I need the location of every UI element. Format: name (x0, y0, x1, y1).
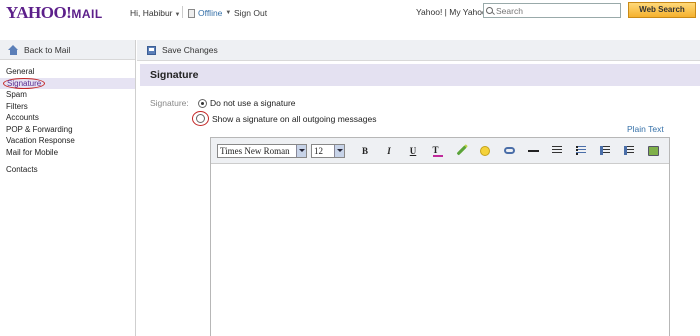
font-family-select[interactable]: Times New Roman (217, 143, 307, 158)
horizontal-rule-icon (527, 149, 539, 152)
save-changes-label: Save Changes (162, 45, 218, 55)
greeting-text: Hi, Habibur (130, 8, 173, 18)
bullet-list-button[interactable] (569, 143, 593, 159)
text-color-button[interactable]: T (425, 143, 449, 159)
sidebar-item-label: Mail for Mobile (6, 147, 59, 157)
search-input[interactable] (496, 5, 616, 16)
offline-icon (188, 8, 195, 18)
radio-show-signature[interactable] (196, 114, 205, 123)
outdent-icon (624, 146, 634, 155)
signature-label: Signature: (150, 98, 189, 108)
options-nav: General Signature Spam Filters Accounts … (0, 60, 135, 176)
sidebar-item-accounts[interactable]: Accounts (0, 112, 135, 124)
font-family-value: Times New Roman (220, 145, 290, 156)
link-icon (503, 147, 515, 154)
sidebar-item-label: Signature (3, 77, 46, 89)
save-icon (147, 45, 156, 55)
sidebar-item-vacation-response[interactable]: Vacation Response (0, 135, 135, 147)
top-header: YAHOO!MAIL Hi, Habibur ▼ Offline ▼ Sign O… (0, 0, 700, 26)
plain-text-link[interactable]: Plain Text (627, 124, 664, 134)
underline-button[interactable]: U (401, 143, 425, 159)
insert-image-button[interactable] (641, 143, 665, 159)
sidebar-item-spam[interactable]: Spam (0, 89, 135, 101)
font-size-select[interactable]: 12 (311, 143, 345, 158)
smiley-icon (480, 145, 490, 156)
sidebar-item-label: Contacts (6, 165, 38, 174)
emoticon-button[interactable] (473, 143, 497, 159)
sidebar-item-label: General (6, 67, 35, 76)
logo-brand: YAHOO! (6, 3, 72, 22)
options-sidebar: Back to Mail General Signature Spam Filt… (0, 40, 136, 336)
sidebar-item-contacts[interactable]: Contacts (0, 164, 135, 176)
offline-label: Offline (198, 8, 223, 18)
align-button[interactable] (545, 143, 569, 159)
sidebar-item-label: Vacation Response (6, 136, 75, 145)
highlighter-icon (456, 145, 466, 156)
sidebar-item-mail-for-mobile[interactable]: Mail for Mobile (0, 147, 135, 159)
highlight-circle (192, 111, 209, 126)
sidebar-item-signature[interactable]: Signature (0, 77, 135, 89)
chevron-down-icon: ▼ (174, 12, 181, 18)
sidebar-item-label: POP & Forwarding (6, 124, 73, 134)
insert-link-button[interactable] (497, 143, 521, 159)
signature-editor: Times New Roman 12 B I U T (210, 137, 670, 336)
text-color-icon: T (432, 145, 443, 157)
logo-product: MAIL (71, 7, 103, 21)
sidebar-item-label: Spam (6, 90, 27, 99)
option-no-signature[interactable]: Do not use a signature (198, 98, 296, 108)
align-icon (552, 146, 562, 155)
indent-icon (600, 146, 610, 155)
signature-text-area[interactable] (211, 164, 669, 336)
save-changes-button[interactable]: Save Changes (147, 45, 218, 55)
sidebar-item-label: Filters (6, 101, 28, 111)
home-icon (8, 44, 19, 55)
yahoo-links[interactable]: Yahoo! | My Yahoo! (416, 7, 489, 17)
chevron-down-icon (334, 144, 344, 157)
offline-menu[interactable]: Offline ▼ (188, 8, 231, 18)
option-no-signature-label: Do not use a signature (210, 98, 296, 108)
web-search-button[interactable]: Web Search (628, 2, 696, 18)
horizontal-rule-button[interactable] (521, 143, 545, 159)
chevron-down-icon (296, 144, 306, 157)
search-box[interactable] (483, 3, 621, 18)
yahoo-mail-logo[interactable]: YAHOO!MAIL (6, 3, 103, 23)
option-show-signature-label: Show a signature on all outgoing message… (212, 113, 377, 124)
bullet-list-icon (576, 146, 586, 155)
editor-toolbar: Times New Roman 12 B I U T (211, 138, 669, 164)
bold-button[interactable]: B (353, 143, 377, 159)
sidebar-item-label: Accounts (6, 113, 39, 122)
sidebar-item-pop-forwarding[interactable]: POP & Forwarding (0, 124, 135, 136)
save-toolbar: Save Changes (137, 40, 700, 61)
outdent-button[interactable] (617, 143, 641, 159)
highlight-button[interactable] (449, 143, 473, 159)
sidebar-item-general[interactable]: General (0, 66, 135, 78)
back-to-mail-button[interactable]: Back to Mail (0, 40, 135, 60)
chevron-down-icon: ▼ (225, 10, 232, 16)
search-icon (486, 7, 493, 14)
sidebar-item-filters[interactable]: Filters (0, 101, 135, 113)
image-icon (647, 145, 659, 156)
user-menu[interactable]: Hi, Habibur ▼ (130, 8, 180, 18)
radio-no-signature[interactable] (198, 98, 207, 108)
back-to-mail-label: Back to Mail (24, 44, 71, 55)
sign-out-link[interactable]: Sign Out (234, 8, 267, 18)
font-size-value: 12 (314, 145, 323, 156)
indent-button[interactable] (593, 143, 617, 159)
option-show-signature[interactable]: Show a signature on all outgoing message… (192, 111, 377, 126)
italic-button[interactable]: I (377, 143, 401, 159)
header-divider (182, 6, 183, 18)
page-title: Signature (140, 64, 700, 86)
